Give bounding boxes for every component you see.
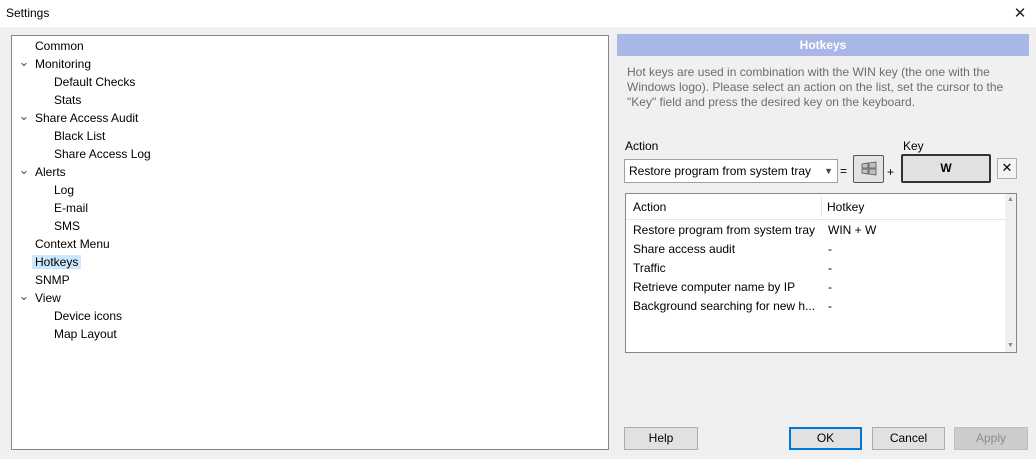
table-row[interactable]: Retrieve computer name by IP - — [626, 278, 1006, 297]
tree-item-share-access-log[interactable]: Share Access Log — [54, 146, 151, 163]
tree-item-label: Common — [35, 39, 84, 53]
scroll-up-icon[interactable]: ▲ — [1005, 194, 1016, 206]
tree-item-label: Hotkeys — [32, 255, 82, 269]
row-action: Background searching for new h... — [633, 299, 816, 313]
chevron-down-icon[interactable]: ⌄ — [18, 109, 30, 127]
hotkey-list[interactable]: Action Hotkey Restore program from syste… — [625, 193, 1017, 353]
row-action: Share access audit — [633, 242, 736, 256]
tree-item-label: Device icons — [54, 309, 123, 323]
action-label: Action — [625, 139, 659, 153]
window-title: Settings — [6, 6, 50, 20]
chevron-down-icon[interactable]: ▼ — [824, 160, 833, 182]
tree-item-common[interactable]: Common — [35, 38, 84, 55]
windows-logo-icon — [861, 161, 876, 176]
chevron-down-icon[interactable]: ⌄ — [18, 163, 30, 181]
windows-key-button[interactable] — [853, 155, 884, 183]
row-action: Traffic — [633, 261, 666, 275]
table-row[interactable]: Share access audit - — [626, 240, 1006, 259]
help-button[interactable]: Help — [624, 427, 698, 450]
title-bar: Settings ✕ — [0, 0, 1036, 27]
tree-item-label: Map Layout — [54, 327, 117, 341]
tree-item-log[interactable]: Log — [54, 182, 74, 199]
close-icon[interactable]: ✕ — [1006, 2, 1034, 24]
row-hotkey: - — [828, 242, 832, 256]
column-divider[interactable] — [821, 197, 822, 217]
row-hotkey: WIN + W — [828, 223, 877, 237]
tree-item-label: E-mail — [54, 201, 89, 215]
action-select-value: Restore program from system tray — [629, 164, 812, 178]
row-hotkey: - — [828, 280, 832, 294]
tree-item-stats[interactable]: Stats — [54, 92, 81, 109]
tree-item-label: SMS — [54, 219, 81, 233]
tree-item-alerts[interactable]: ⌄ Alerts — [19, 163, 66, 181]
tree-item-sms[interactable]: SMS — [54, 218, 80, 235]
vertical-scrollbar[interactable]: ▲ ▼ — [1005, 194, 1016, 352]
tree-item-share-access-audit[interactable]: ⌄ Share Access Audit — [19, 109, 139, 127]
tree-item-snmp[interactable]: SNMP — [35, 272, 70, 289]
equals-sign: = — [840, 164, 848, 178]
tree-item-view[interactable]: ⌄ View — [19, 289, 61, 307]
row-action: Retrieve computer name by IP — [633, 280, 796, 294]
tree-item-map-layout[interactable]: Map Layout — [54, 326, 117, 343]
tree-item-label: Monitoring — [35, 57, 92, 71]
tree-item-label: Share Access Log — [54, 147, 151, 161]
panel-description: Hot keys are used in combination with th… — [627, 65, 1004, 109]
tree-item-label: Alerts — [35, 165, 66, 179]
row-hotkey: - — [828, 299, 832, 313]
tree-item-hotkeys[interactable]: Hotkeys — [32, 254, 82, 271]
row-action: Restore program from system tray — [633, 223, 816, 237]
tree-item-label: Context Menu — [35, 237, 110, 251]
clear-key-button[interactable]: ✕ — [997, 158, 1017, 179]
tree-item-label: SNMP — [35, 273, 70, 287]
tree-item-label: Black List — [54, 129, 106, 143]
column-header-action[interactable]: Action — [633, 200, 666, 214]
scroll-down-icon[interactable]: ▼ — [1005, 340, 1016, 352]
panel-header: Hotkeys — [617, 34, 1029, 56]
row-hotkey: - — [828, 261, 832, 275]
tree-item-e-mail[interactable]: E-mail — [54, 200, 88, 217]
settings-tree[interactable]: Common ⌄ Monitoring Default Checks Stats ⌄ Sha… — [11, 35, 609, 450]
key-field[interactable]: W — [901, 154, 991, 183]
tree-item-monitoring[interactable]: ⌄ Monitoring — [19, 55, 92, 73]
tree-item-context-menu[interactable]: Context Menu — [35, 236, 110, 253]
cancel-button[interactable]: Cancel — [872, 427, 945, 450]
chevron-down-icon[interactable]: ⌄ — [18, 289, 30, 307]
tree-item-label: Log — [54, 183, 75, 197]
tree-item-black-list[interactable]: Black List — [54, 128, 105, 145]
table-row[interactable]: Background searching for new h... - — [626, 297, 1006, 316]
tree-item-device-icons[interactable]: Device icons — [54, 308, 122, 325]
list-header: Action Hotkey — [626, 194, 1006, 220]
tree-item-label: Share Access Audit — [35, 111, 139, 125]
tree-item-label: Default Checks — [54, 75, 136, 89]
tree-item-default-checks[interactable]: Default Checks — [54, 74, 135, 91]
apply-button[interactable]: Apply — [954, 427, 1028, 450]
ok-button[interactable]: OK — [789, 427, 862, 450]
action-select[interactable]: Restore program from system tray ▼ — [624, 159, 838, 183]
plus-sign: + — [887, 165, 895, 179]
key-label: Key — [903, 139, 924, 153]
table-row[interactable]: Traffic - — [626, 259, 1006, 278]
column-header-hotkey[interactable]: Hotkey — [827, 200, 864, 214]
tree-item-label: Stats — [54, 93, 82, 107]
table-row[interactable]: Restore program from system tray WIN + W — [626, 221, 1006, 240]
tree-item-label: View — [35, 291, 61, 305]
chevron-down-icon[interactable]: ⌄ — [18, 55, 30, 73]
